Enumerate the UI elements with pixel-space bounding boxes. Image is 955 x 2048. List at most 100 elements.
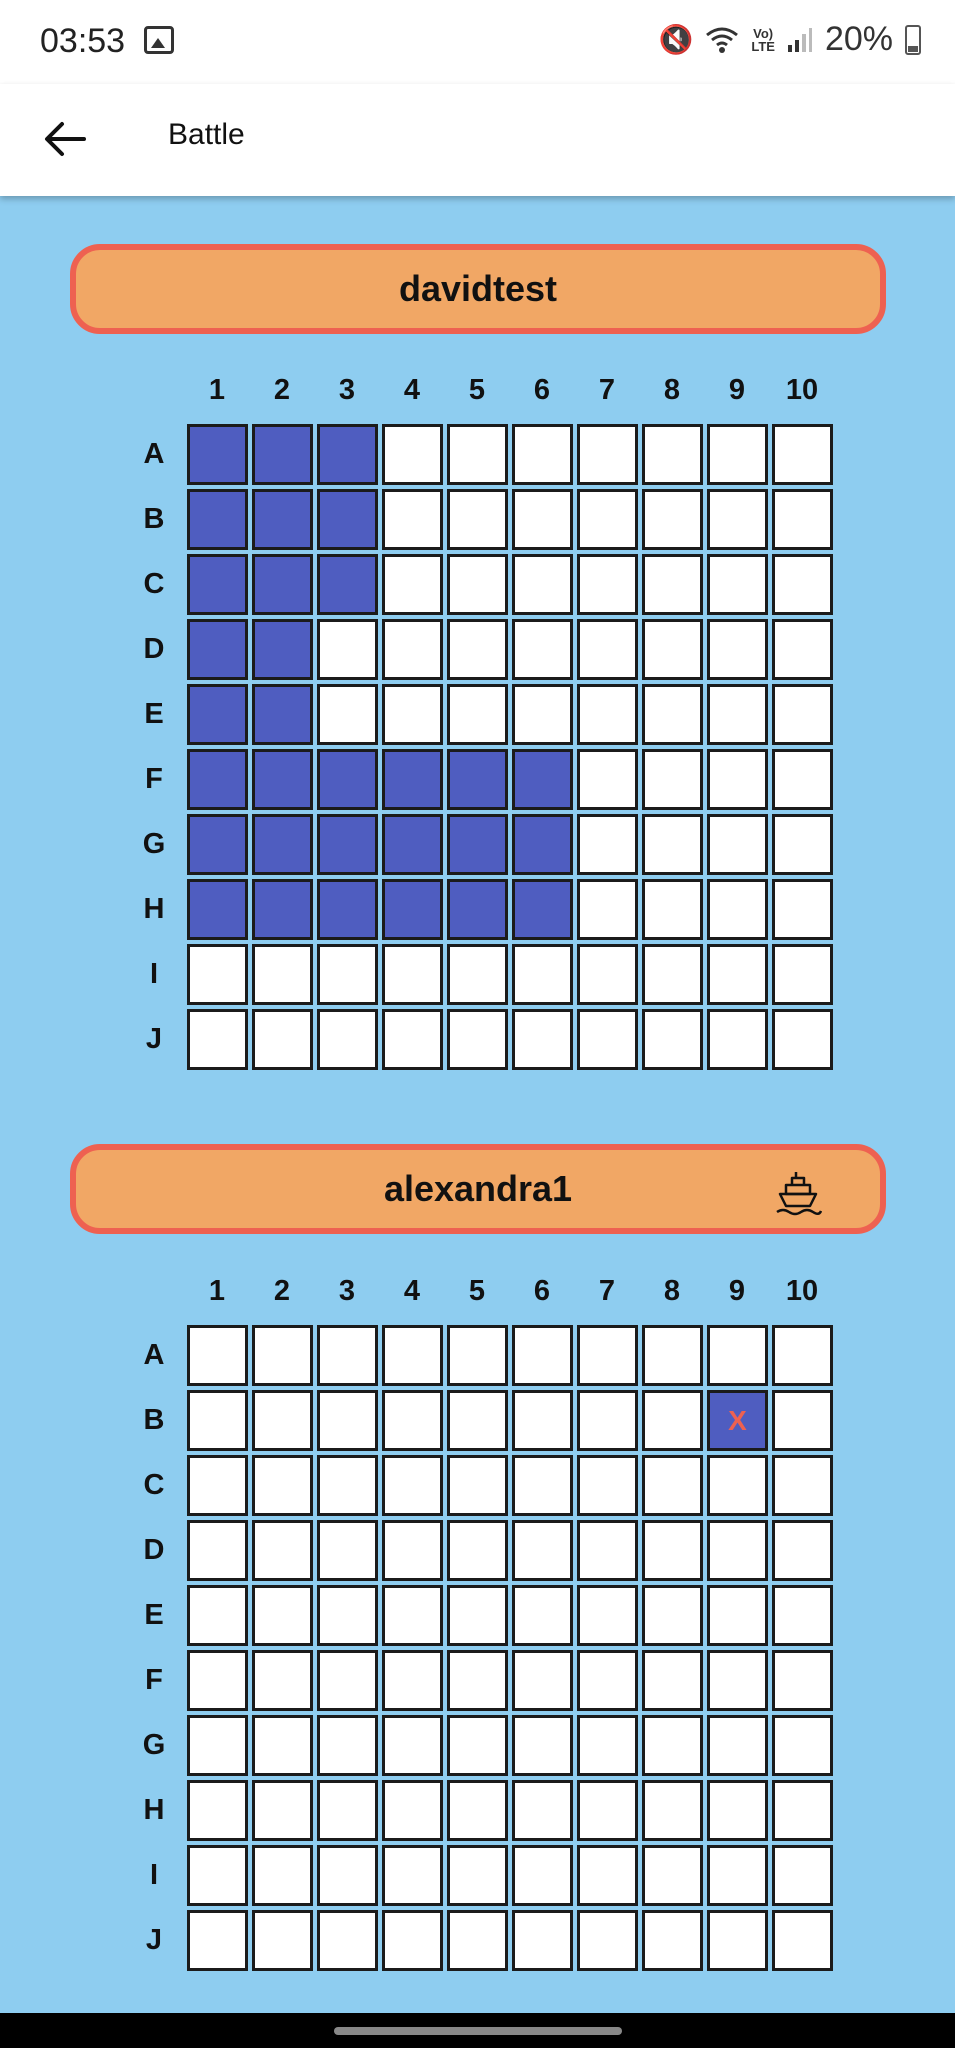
grid-cell-D10[interactable] — [772, 619, 833, 680]
grid-cell-F5[interactable] — [447, 749, 508, 810]
grid-cell-I6[interactable] — [512, 944, 573, 1005]
grid-cell-H4[interactable] — [382, 1780, 443, 1841]
grid-cell-I6[interactable] — [512, 1845, 573, 1906]
grid-cell-F8[interactable] — [642, 749, 703, 810]
grid-cell-I10[interactable] — [772, 1845, 833, 1906]
grid-cell-G5[interactable] — [447, 1715, 508, 1776]
grid-cell-C10[interactable] — [772, 554, 833, 615]
grid-cell-E1[interactable] — [187, 684, 248, 745]
grid-cell-J3[interactable] — [317, 1009, 378, 1070]
grid-cell-D1[interactable] — [187, 619, 248, 680]
grid-cell-D9[interactable] — [707, 1520, 768, 1581]
grid-cell-J8[interactable] — [642, 1910, 703, 1971]
grid-cell-E6[interactable] — [512, 684, 573, 745]
grid-cell-B7[interactable] — [577, 489, 638, 550]
grid-cell-G10[interactable] — [772, 814, 833, 875]
grid-cell-J2[interactable] — [252, 1009, 313, 1070]
grid-cell-A3[interactable] — [317, 424, 378, 485]
grid-cell-C3[interactable] — [317, 1455, 378, 1516]
grid-cell-C2[interactable] — [252, 554, 313, 615]
grid-cell-A9[interactable] — [707, 1325, 768, 1386]
grid-cell-B9[interactable] — [707, 489, 768, 550]
grid-cell-G3[interactable] — [317, 1715, 378, 1776]
grid-cell-H5[interactable] — [447, 1780, 508, 1841]
grid-cell-A7[interactable] — [577, 1325, 638, 1386]
grid-cell-F4[interactable] — [382, 1650, 443, 1711]
grid-cell-D9[interactable] — [707, 619, 768, 680]
grid-cell-B4[interactable] — [382, 1390, 443, 1451]
grid-cell-B10[interactable] — [772, 489, 833, 550]
grid-cell-G6[interactable] — [512, 1715, 573, 1776]
grid-cell-J3[interactable] — [317, 1910, 378, 1971]
grid-cell-C5[interactable] — [447, 1455, 508, 1516]
grid-cell-G8[interactable] — [642, 1715, 703, 1776]
grid-cell-D8[interactable] — [642, 1520, 703, 1581]
grid-cell-J6[interactable] — [512, 1009, 573, 1070]
grid-cell-C6[interactable] — [512, 1455, 573, 1516]
grid-cell-A1[interactable] — [187, 1325, 248, 1386]
grid-cell-F9[interactable] — [707, 1650, 768, 1711]
grid-cell-G9[interactable] — [707, 814, 768, 875]
grid-cell-J9[interactable] — [707, 1009, 768, 1070]
grid-cell-D2[interactable] — [252, 619, 313, 680]
grid-cell-E8[interactable] — [642, 684, 703, 745]
home-handle[interactable] — [334, 2027, 622, 2035]
grid-cell-J4[interactable] — [382, 1910, 443, 1971]
grid-cell-F2[interactable] — [252, 1650, 313, 1711]
grid-cell-I7[interactable] — [577, 1845, 638, 1906]
grid-cell-G1[interactable] — [187, 814, 248, 875]
grid-cell-A10[interactable] — [772, 424, 833, 485]
grid-cell-C1[interactable] — [187, 554, 248, 615]
grid-cell-D1[interactable] — [187, 1520, 248, 1581]
grid-cell-J10[interactable] — [772, 1009, 833, 1070]
grid-cell-D6[interactable] — [512, 619, 573, 680]
grid-cell-A8[interactable] — [642, 424, 703, 485]
grid-cell-G6[interactable] — [512, 814, 573, 875]
grid-cell-D5[interactable] — [447, 619, 508, 680]
grid-cell-A1[interactable] — [187, 424, 248, 485]
grid-cell-B6[interactable] — [512, 1390, 573, 1451]
grid-cell-E2[interactable] — [252, 1585, 313, 1646]
grid-cell-F5[interactable] — [447, 1650, 508, 1711]
grid-cell-I9[interactable] — [707, 944, 768, 1005]
grid-cell-C3[interactable] — [317, 554, 378, 615]
grid-cell-E9[interactable] — [707, 1585, 768, 1646]
grid-cell-F7[interactable] — [577, 1650, 638, 1711]
grid-cell-G8[interactable] — [642, 814, 703, 875]
grid-cell-C7[interactable] — [577, 554, 638, 615]
grid-cell-F2[interactable] — [252, 749, 313, 810]
grid-cell-F1[interactable] — [187, 1650, 248, 1711]
grid-cell-D4[interactable] — [382, 1520, 443, 1581]
grid-cell-J5[interactable] — [447, 1910, 508, 1971]
grid-cell-F1[interactable] — [187, 749, 248, 810]
grid-cell-E2[interactable] — [252, 684, 313, 745]
grid-cell-C5[interactable] — [447, 554, 508, 615]
grid-cell-G10[interactable] — [772, 1715, 833, 1776]
grid-cell-H8[interactable] — [642, 1780, 703, 1841]
grid-cell-J7[interactable] — [577, 1910, 638, 1971]
grid-cell-B8[interactable] — [642, 489, 703, 550]
grid-cell-G5[interactable] — [447, 814, 508, 875]
grid-cell-E1[interactable] — [187, 1585, 248, 1646]
grid-cell-I4[interactable] — [382, 1845, 443, 1906]
grid-cell-H4[interactable] — [382, 879, 443, 940]
grid-cell-D6[interactable] — [512, 1520, 573, 1581]
grid-cell-C8[interactable] — [642, 554, 703, 615]
grid-cell-D10[interactable] — [772, 1520, 833, 1581]
grid-cell-H10[interactable] — [772, 1780, 833, 1841]
grid-cell-I1[interactable] — [187, 944, 248, 1005]
grid-cell-E5[interactable] — [447, 1585, 508, 1646]
grid-cell-E9[interactable] — [707, 684, 768, 745]
grid-cell-H2[interactable] — [252, 1780, 313, 1841]
grid-cell-I9[interactable] — [707, 1845, 768, 1906]
grid-cell-A6[interactable] — [512, 1325, 573, 1386]
ship-icon[interactable] — [774, 1168, 822, 1216]
grid-cell-C8[interactable] — [642, 1455, 703, 1516]
grid-cell-I2[interactable] — [252, 944, 313, 1005]
grid-cell-C9[interactable] — [707, 554, 768, 615]
grid-cell-F8[interactable] — [642, 1650, 703, 1711]
grid-cell-H3[interactable] — [317, 879, 378, 940]
grid-cell-I1[interactable] — [187, 1845, 248, 1906]
grid-cell-B2[interactable] — [252, 489, 313, 550]
grid-cell-E6[interactable] — [512, 1585, 573, 1646]
